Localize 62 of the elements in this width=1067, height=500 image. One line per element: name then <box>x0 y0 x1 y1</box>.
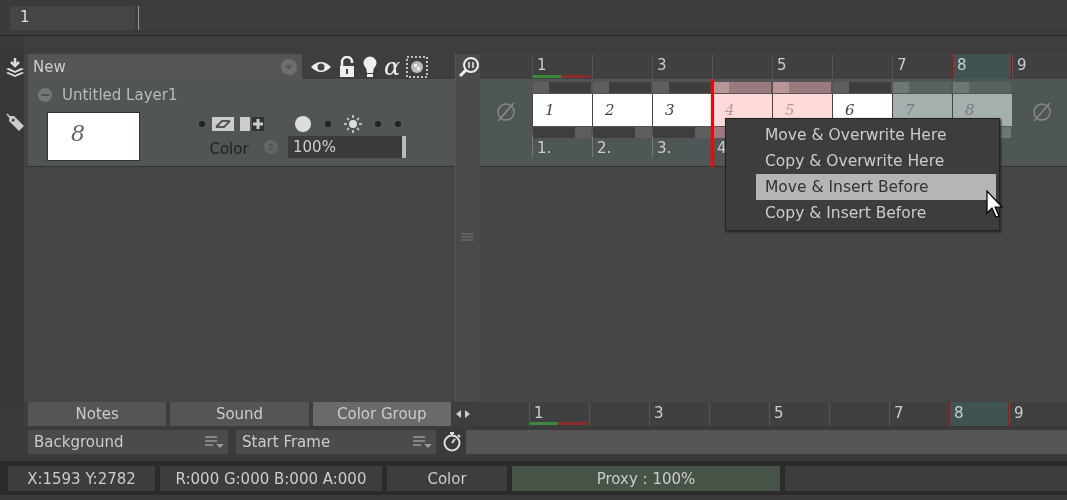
frame-strip[interactable] <box>712 81 772 94</box>
frame-strip[interactable] <box>592 126 652 139</box>
dropdown[interactable]: Start Frame <box>236 430 436 454</box>
circle-icon[interactable] <box>294 115 312 133</box>
frame-strip[interactable] <box>652 81 712 94</box>
status-cell: Color <box>387 466 507 491</box>
left-right-arrows-icon[interactable] <box>455 409 471 419</box>
swap-icon[interactable] <box>212 117 234 131</box>
frame-strip[interactable] <box>532 126 592 139</box>
frame-strip[interactable] <box>532 81 592 94</box>
sun-icon[interactable] <box>344 115 362 133</box>
tab[interactable]: Sound <box>170 402 309 426</box>
frame-strip[interactable] <box>952 81 1012 94</box>
layer-thumbnail: 8 <box>47 112 140 161</box>
range-bar <box>530 422 590 426</box>
add-drawing-icon[interactable] <box>240 117 264 131</box>
frame-strip[interactable] <box>592 81 652 94</box>
frame-cell[interactable]: 2 <box>592 94 652 126</box>
ruler-cell[interactable]: 5 <box>769 402 829 426</box>
new-layer-dropdown[interactable]: New <box>28 54 302 79</box>
lock-icon[interactable] <box>338 55 356 78</box>
layer-name[interactable]: Untitled Layer1 <box>62 86 178 104</box>
ruler-cell[interactable]: 8 <box>949 402 1009 426</box>
tab[interactable]: Notes <box>28 402 167 426</box>
list-dropdown-icon <box>412 435 432 449</box>
dot-icon[interactable] <box>394 120 402 128</box>
range-bar <box>533 75 593 79</box>
dropdown-icon <box>280 57 298 76</box>
collapse-icon[interactable] <box>38 88 52 102</box>
frame-cell[interactable]: 1 <box>532 94 592 126</box>
frame-strip[interactable] <box>652 126 712 139</box>
dot-icon[interactable] <box>374 120 382 128</box>
mouse-cursor-icon <box>986 190 1006 218</box>
text-field[interactable] <box>466 430 1067 454</box>
frame-strip[interactable] <box>772 81 832 94</box>
frame-label: 1. <box>532 135 592 157</box>
checker-icon[interactable] <box>406 55 429 78</box>
menu-item[interactable]: Move & Insert Before <box>756 174 996 200</box>
frame-cell[interactable]: 3 <box>652 94 712 126</box>
frame-label: 2. <box>592 135 652 157</box>
alpha-symbol[interactable]: α <box>384 55 401 78</box>
ruler-cell[interactable]: 9 <box>1009 402 1067 426</box>
frame-strip[interactable] <box>832 81 892 94</box>
status-cell: R:000 G:000 B:000 A:000 <box>160 466 382 491</box>
dot-icon[interactable] <box>198 120 206 128</box>
empty-set-icon <box>1031 101 1053 123</box>
stopwatch-icon[interactable] <box>442 432 462 452</box>
zoom-icon[interactable] <box>458 56 480 78</box>
frame-strip[interactable] <box>892 81 952 94</box>
opacity-field[interactable]: 100% <box>288 136 406 158</box>
list-dropdown-icon <box>204 435 224 449</box>
tab[interactable]: Color Group <box>312 402 451 426</box>
lightbulb-icon[interactable] <box>362 55 378 78</box>
empty-set-icon <box>495 101 517 123</box>
ruler-cell[interactable]: 8 <box>952 54 1012 79</box>
dropdown[interactable]: Background <box>28 430 228 454</box>
status-cell: Proxy : 100% <box>512 466 780 491</box>
layers-icon[interactable] <box>4 56 26 78</box>
frame-field[interactable]: 1 <box>10 6 135 30</box>
status-cell: X:1593 Y:2782 <box>8 466 155 491</box>
dot-icon[interactable] <box>324 120 332 128</box>
ruler-cell[interactable]: 3 <box>649 402 709 426</box>
